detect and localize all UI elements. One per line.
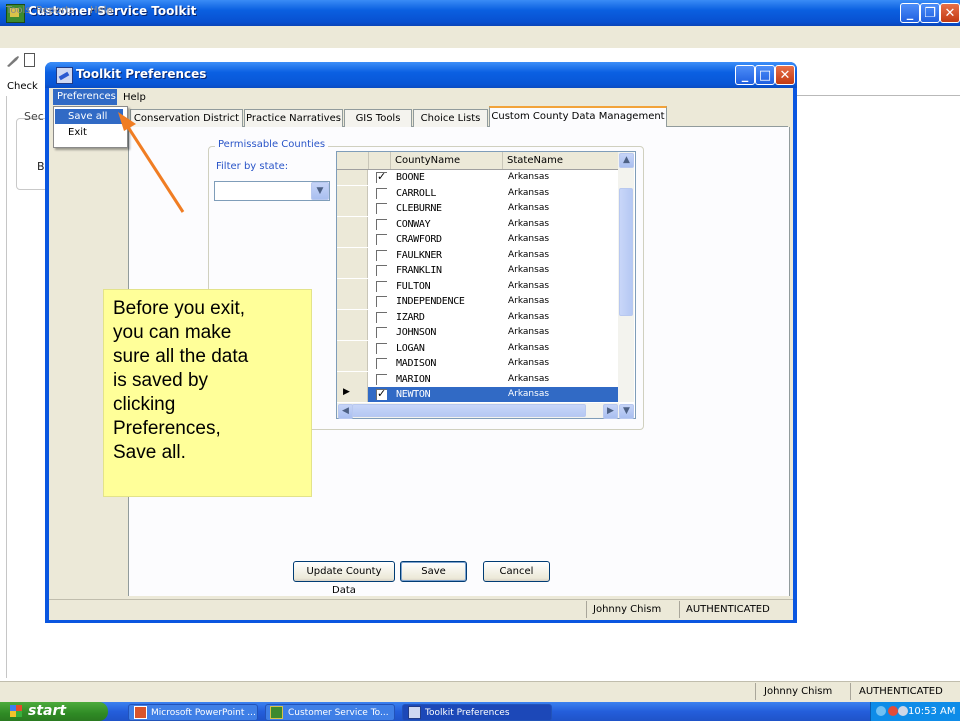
row-header[interactable] [337,325,368,340]
county-name-cell: CRAWFORD [396,234,442,245]
task-powerpoint[interactable]: Microsoft PowerPoint ... [128,704,258,721]
row-checkbox[interactable] [376,170,387,183]
row-checkbox[interactable] [376,358,387,369]
row-checkbox[interactable] [376,374,387,385]
county-name-cell: JOHNSON [396,327,437,338]
state-name-cell: Arkansas [508,389,550,399]
row-header[interactable] [337,341,368,356]
row-header[interactable] [337,248,368,263]
row-checkbox[interactable] [376,296,387,307]
state-name-cell: Arkansas [508,219,550,229]
scroll-left-icon[interactable]: ◀ [338,404,353,419]
county-name-cell: CARROLL [396,188,437,199]
county-name-cell: IZARD [396,312,425,323]
row-header[interactable] [337,356,368,371]
county-name-cell: FAULKNER [396,250,442,261]
state-name-cell: Arkansas [508,343,550,353]
row-header[interactable] [337,310,368,325]
row-checkbox[interactable] [376,265,387,276]
state-name-cell: Arkansas [508,172,550,182]
row-header[interactable] [337,372,368,387]
county-name-cell: FULTON [396,281,431,292]
row-checkbox[interactable] [376,219,387,230]
cancel-button[interactable]: Cancel [483,561,550,582]
county-name-cell: FRANKLIN [396,265,442,276]
dialog-status-user: Johnny Chism [586,601,679,618]
state-name-cell: Arkansas [508,374,550,384]
state-name-cell: Arkansas [508,203,550,213]
state-name-cell: Arkansas [508,281,550,291]
row-header[interactable] [337,294,368,309]
row-checkbox[interactable] [376,387,387,400]
scroll-down-icon[interactable]: ▼ [619,404,634,419]
save-button[interactable]: Save [400,561,467,582]
state-name-cell: Arkansas [508,327,550,337]
state-name-cell: Arkansas [508,265,550,275]
county-name-cell: NEWTON [396,389,431,400]
scroll-up-icon[interactable]: ▲ [619,153,634,168]
state-name-cell: Arkansas [508,234,550,244]
row-checkbox[interactable] [376,234,387,245]
county-name-cell: LOGAN [396,343,425,354]
row-header[interactable] [337,279,368,294]
update-county-data-button[interactable]: Update County Data [293,561,395,596]
row-header[interactable] [337,186,368,201]
state-name-cell: Arkansas [508,296,550,306]
preferences-icon [408,706,421,719]
row-header[interactable] [337,170,368,185]
volume-icon[interactable] [898,706,908,716]
row-checkbox[interactable] [376,281,387,292]
row-checkbox[interactable] [376,188,387,199]
instruction-callout: Before you exit, you can make sure all t… [103,289,312,497]
toolkit-icon [270,706,283,719]
state-name-cell: Arkansas [508,312,550,322]
menu-item-exit[interactable]: Exit [55,125,123,140]
task-powerpoint-label: Microsoft PowerPoint ... [151,708,256,718]
county-name-cell: MADISON [396,358,437,369]
menu-item-save-all[interactable]: Save all [55,109,123,124]
row-header[interactable] [337,201,368,216]
scroll-right-icon[interactable]: ▶ [603,404,618,419]
county-name-cell: INDEPENDENCE [396,296,465,307]
row-checkbox[interactable] [376,250,387,261]
task-customer-service[interactable]: Customer Service To... [265,704,395,721]
county-name-cell: CONWAY [396,219,431,230]
county-name-cell: MARION [396,374,431,385]
state-name-cell: Arkansas [508,188,550,198]
powerpoint-icon [134,706,147,719]
app-status-user: Johnny Chism [755,683,859,700]
clock: 10:53 AM [908,706,956,717]
row-checkbox[interactable] [376,203,387,214]
network-icon[interactable] [876,706,886,716]
row-checkbox[interactable] [376,343,387,354]
task-customer-service-label: Customer Service To... [288,708,389,718]
task-toolkit-preferences[interactable]: Toolkit Preferences [402,704,552,721]
county-name-cell: BOONE [396,172,425,183]
row-checkbox[interactable] [376,312,387,323]
row-header[interactable] [337,217,368,232]
windows-logo-icon [10,705,22,717]
dialog-status-auth: AUTHENTICATED [679,601,786,618]
row-header[interactable] [337,263,368,278]
row-header[interactable]: ▶ [337,387,368,402]
vertical-scroll-thumb[interactable] [619,188,633,316]
state-name-cell: Arkansas [508,250,550,260]
row-checkbox[interactable] [376,327,387,338]
task-toolkit-preferences-label: Toolkit Preferences [425,708,510,718]
state-name-cell: Arkansas [508,358,550,368]
row-header[interactable] [337,232,368,247]
horizontal-scroll-thumb[interactable] [352,404,586,417]
county-name-cell: CLEBURNE [396,203,442,214]
app-status-auth: AUTHENTICATED [850,683,960,700]
security-icon[interactable] [888,706,898,716]
